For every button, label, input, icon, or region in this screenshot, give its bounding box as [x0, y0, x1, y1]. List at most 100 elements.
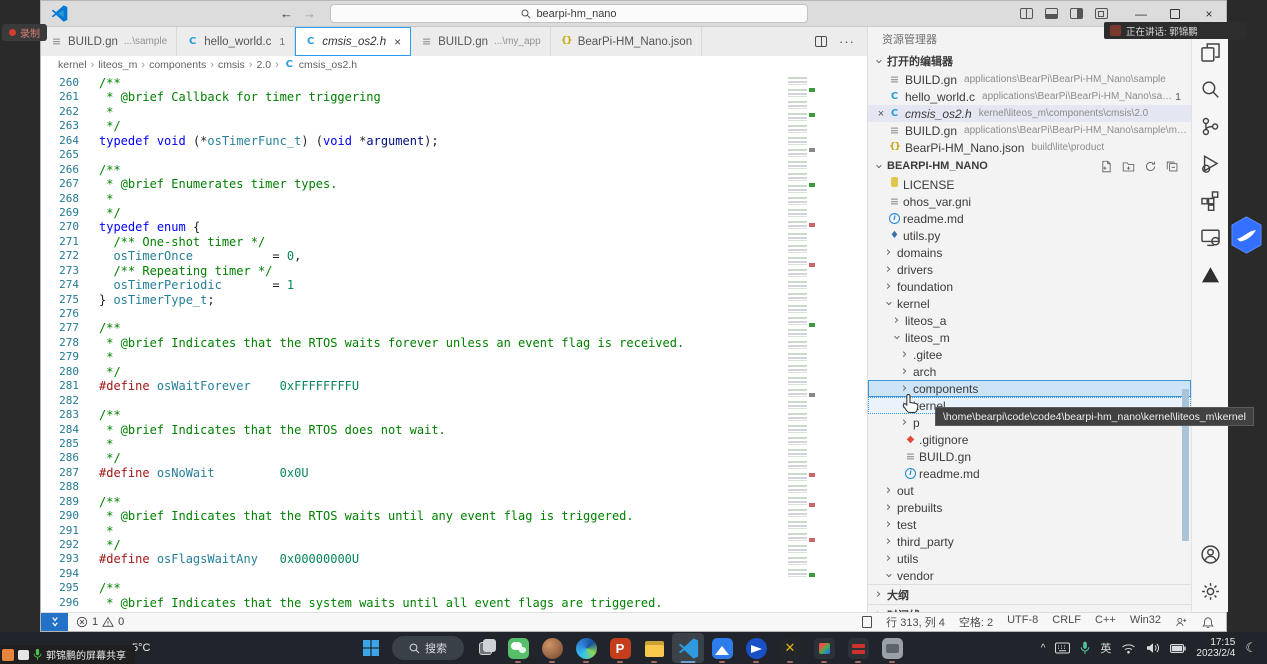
tab-hello_world.c[interactable]: Chello_world.c1	[177, 27, 295, 56]
tree-item-domains[interactable]: ›domains	[868, 244, 1191, 261]
status-item[interactable]: Win32	[1130, 614, 1161, 630]
editor-doc-icon[interactable]	[862, 616, 872, 628]
plane-app-taskbar-button[interactable]	[740, 633, 772, 663]
split-editor-icon[interactable]	[1020, 8, 1033, 19]
new-file-icon[interactable]	[1100, 160, 1113, 173]
breadcrumb-file[interactable]: Ccmsis_os2.h	[283, 58, 357, 71]
project-header[interactable]: › BEARPI-HM_NANO	[868, 156, 1191, 176]
forward-icon[interactable]: →	[303, 6, 316, 21]
file-explorer-taskbar-button[interactable]	[638, 633, 670, 663]
task-view-button[interactable]	[470, 633, 500, 663]
tree-item-third_party[interactable]: ›third_party	[868, 533, 1191, 550]
powerpoint-taskbar-button[interactable]	[604, 633, 636, 663]
open-editor-item[interactable]: ×Ccmsis_os2.hkernel\liteos_m\components\…	[868, 105, 1191, 122]
code-editor[interactable]: 260/**261 * @brief Callback for timer tr…	[41, 73, 867, 612]
outline-header[interactable]: › 大纲	[868, 584, 1191, 604]
tree-item-ohos_var.gni[interactable]: ≡ohos_var.gni	[868, 193, 1191, 210]
ime-indicator[interactable]: 英	[1100, 640, 1111, 656]
problems-indicator[interactable]: 1 0	[76, 616, 124, 628]
tree-item-test[interactable]: ›test	[868, 516, 1191, 533]
deveco-icon[interactable]	[1199, 263, 1221, 285]
toggle-panel-icon[interactable]	[1045, 8, 1058, 19]
battery-icon[interactable]	[1170, 644, 1186, 653]
gray-robot-app-taskbar-button[interactable]	[876, 633, 908, 663]
clock[interactable]: 17:15 2023/2/4	[1196, 637, 1235, 659]
tree-item-liteos_m[interactable]: ›liteos_m	[868, 329, 1191, 346]
breadcrumb-item[interactable]: kernel	[58, 59, 87, 71]
tree-item-BUILD.gn[interactable]: ≡BUILD.gn	[868, 448, 1191, 465]
remote-indicator[interactable]	[41, 613, 68, 631]
toggle-sidebar-icon[interactable]	[1070, 8, 1083, 19]
more-actions-icon[interactable]: ···	[839, 34, 855, 49]
extensions-icon[interactable]	[1199, 189, 1221, 211]
explorer-icon[interactable]	[1199, 41, 1221, 63]
command-center-search[interactable]: bearpi-hm_nano	[330, 4, 808, 23]
breadcrumb-item[interactable]: components	[149, 59, 206, 71]
tab-BearPi-HM_Nano.json[interactable]: {}BearPi-HM_Nano.json	[551, 27, 702, 56]
breadcrumb-item[interactable]: liteos_m	[98, 59, 137, 71]
tree-item-prebuilts[interactable]: ›prebuilts	[868, 499, 1191, 516]
lark-floating-button[interactable]	[1228, 216, 1265, 260]
notifications-bell-icon[interactable]	[1202, 616, 1214, 629]
tree-item-drivers[interactable]: ›drivers	[868, 261, 1191, 278]
open-editors-header[interactable]: › 打开的编辑器	[868, 51, 1191, 71]
tab-close-icon[interactable]: ×	[394, 35, 401, 49]
close-editor-icon[interactable]: ×	[874, 108, 888, 120]
status-item[interactable]: 行 313, 列 4	[886, 614, 945, 630]
wifi-icon[interactable]	[1121, 643, 1136, 654]
back-icon[interactable]: ←	[280, 6, 293, 21]
breadcrumb-item[interactable]: 2.0	[256, 59, 271, 71]
tray-chevron-up-icon[interactable]: ^	[1041, 643, 1046, 654]
tree-item-arch[interactable]: ›arch	[868, 363, 1191, 380]
tree-item-vendor[interactable]: ›vendor	[868, 567, 1191, 584]
gold-arrows-app-taskbar-button[interactable]	[774, 633, 806, 663]
run-debug-icon[interactable]	[1199, 152, 1221, 174]
tree-item-kernel[interactable]: ›kernel	[868, 295, 1191, 312]
tree-item-readme.md[interactable]: readme.md	[868, 465, 1191, 482]
breadcrumb-item[interactable]: cmsis	[218, 59, 245, 71]
timeline-header[interactable]: › 时间线	[868, 604, 1191, 612]
tree-item-LICENSE[interactable]: LICENSE	[868, 176, 1191, 193]
speaker-icon[interactable]	[1146, 642, 1160, 654]
refresh-icon[interactable]	[1144, 160, 1157, 173]
tree-item-utils[interactable]: ›utils	[868, 550, 1191, 567]
status-item[interactable]: 空格: 2	[959, 614, 993, 630]
night-mode-moon-icon[interactable]: ☾	[1245, 640, 1257, 656]
open-editor-item[interactable]: ×≡BUILD.gnapplications\BearPi\BearPi-HM_…	[868, 71, 1191, 88]
status-item[interactable]: C++	[1095, 614, 1116, 630]
wechat-taskbar-button[interactable]	[502, 633, 534, 663]
tree-item-out[interactable]: ›out	[868, 482, 1191, 499]
red-logo-app-taskbar-button[interactable]	[842, 633, 874, 663]
customize-layout-icon[interactable]	[1095, 8, 1108, 19]
collapse-all-icon[interactable]	[1166, 160, 1179, 173]
microphone-icon[interactable]	[1080, 641, 1090, 655]
tree-item-.gitee[interactable]: ›.gitee	[868, 346, 1191, 363]
tree-item-readme.md[interactable]: readme.md	[868, 210, 1191, 227]
screen-share-banner[interactable]: 郭锦鹏的屏幕共享	[0, 645, 135, 664]
settings-icon[interactable]	[1199, 580, 1221, 602]
search-icon[interactable]	[1199, 78, 1221, 100]
status-item[interactable]: CRLF	[1052, 614, 1081, 630]
meeting-record-button[interactable]: 录制	[2, 24, 47, 41]
tab-cmsis_os2.h[interactable]: Ccmsis_os2.h×	[295, 27, 411, 56]
source-control-icon[interactable]	[1199, 115, 1221, 137]
blue-mountain-app-taskbar-button[interactable]	[706, 633, 738, 663]
tab-BUILD.gn[interactable]: ≡BUILD.gn...\sample	[41, 27, 177, 56]
screenshot-app-taskbar-button[interactable]	[808, 633, 840, 663]
account-icon[interactable]	[1199, 543, 1221, 565]
open-editor-item[interactable]: ×{}BearPi-HM_Nano.jsonbuild\lite\product	[868, 139, 1191, 156]
feedback-icon[interactable]	[1175, 616, 1188, 628]
touch-keyboard-icon[interactable]	[1055, 642, 1070, 654]
vscode-taskbar-button[interactable]	[672, 633, 704, 663]
tab-BUILD.gn[interactable]: ≡BUILD.gn...\my_app	[411, 27, 551, 56]
open-editor-item[interactable]: ×Chello_world.capplications\BearPi\BearP…	[868, 88, 1191, 105]
tree-item-liteos_a[interactable]: ›liteos_a	[868, 312, 1191, 329]
remote-explorer-icon[interactable]	[1199, 226, 1221, 248]
new-folder-icon[interactable]	[1122, 160, 1135, 173]
contact-avatar-app-taskbar-button[interactable]	[536, 633, 568, 663]
tree-item-foundation[interactable]: ›foundation	[868, 278, 1191, 295]
taskbar-search[interactable]: 搜索	[392, 636, 464, 660]
open-editor-item[interactable]: ×≡BUILD.gnapplications\BearPi\BearPi-HM_…	[868, 122, 1191, 139]
tree-item-utils.py[interactable]: ♦utils.py	[868, 227, 1191, 244]
minimap[interactable]	[788, 77, 807, 577]
